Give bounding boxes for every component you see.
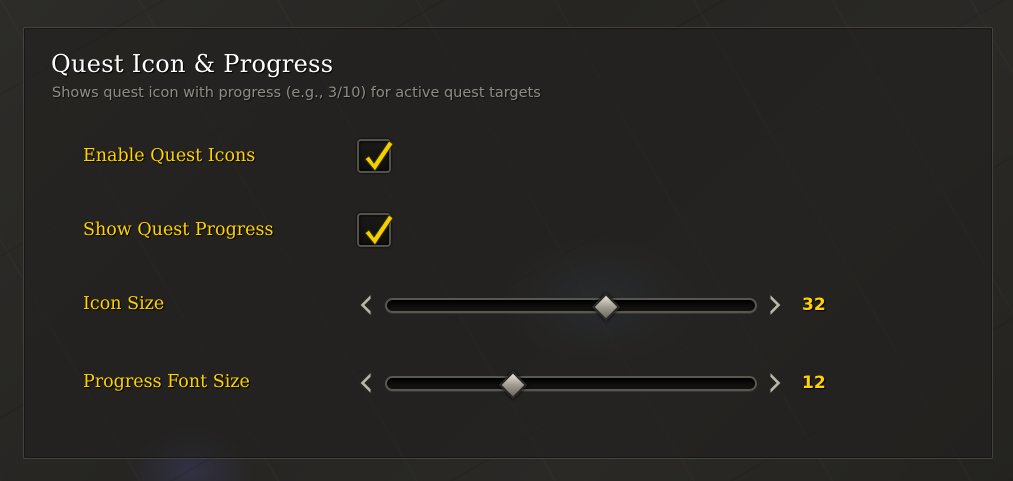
chevron-right-icon[interactable]	[765, 292, 785, 318]
progress-font-size-slider-track[interactable]	[385, 376, 757, 391]
show-quest-progress-checkbox[interactable]	[357, 213, 394, 247]
checkmark-icon	[364, 140, 394, 172]
chevron-left-icon[interactable]	[356, 292, 376, 318]
icon-size-label: Icon Size	[83, 294, 165, 314]
show-quest-progress-label: Show Quest Progress	[83, 220, 274, 240]
icon-size-slider-track[interactable]	[385, 298, 757, 313]
enable-quest-icons-checkbox[interactable]	[357, 139, 394, 173]
checkmark-icon	[364, 214, 394, 246]
icon-size-value: 32	[802, 295, 826, 315]
enable-quest-icons-label: Enable Quest Icons	[83, 146, 256, 166]
page-title: Quest Icon & Progress	[51, 50, 334, 78]
progress-font-size-value: 12	[802, 373, 826, 393]
page-subtitle: Shows quest icon with progress (e.g., 3/…	[52, 85, 541, 101]
chevron-left-icon[interactable]	[356, 370, 376, 396]
progress-font-size-label: Progress Font Size	[83, 372, 250, 392]
chevron-right-icon[interactable]	[765, 370, 785, 396]
